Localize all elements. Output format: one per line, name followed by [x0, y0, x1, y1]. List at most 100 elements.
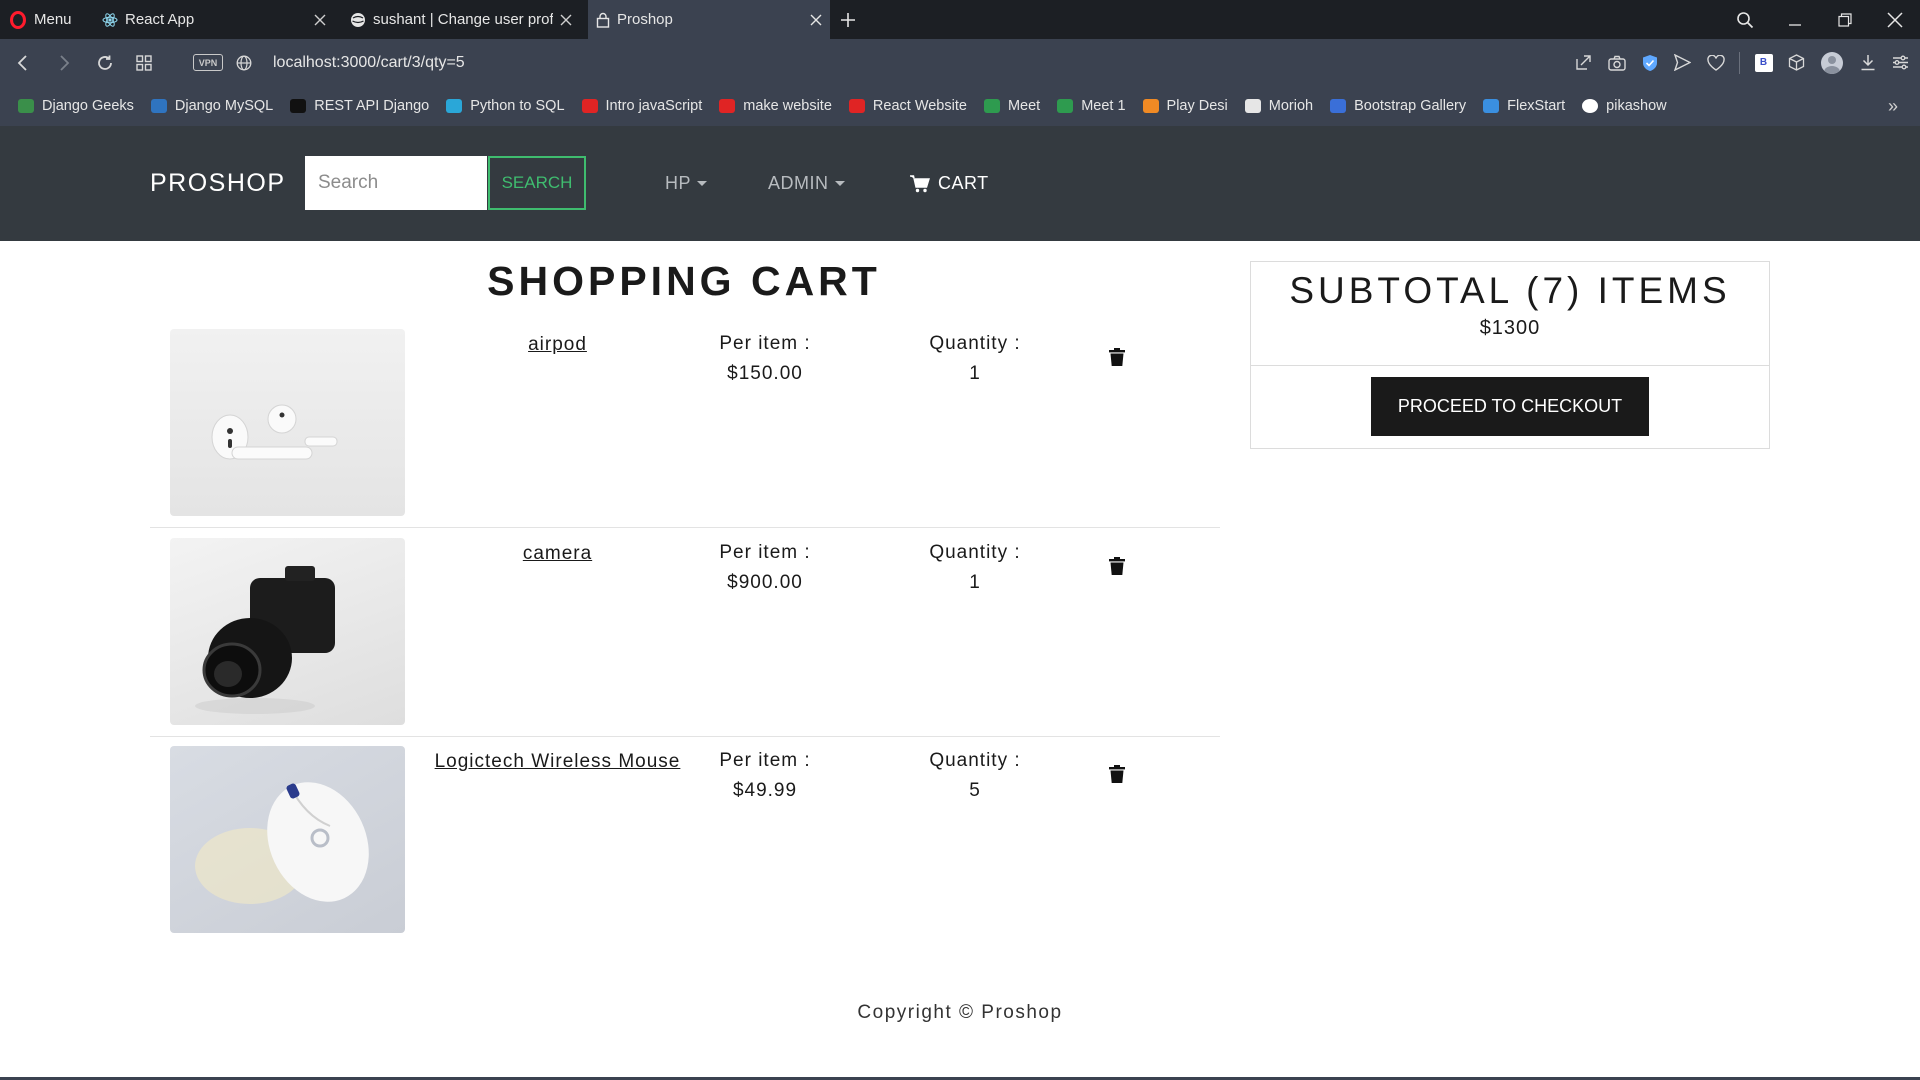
- per-item-label: Per item :: [719, 542, 811, 563]
- bookmark-label: FlexStart: [1507, 98, 1566, 114]
- tab-proshop[interactable]: Proshop: [588, 0, 830, 39]
- caret-down-icon: [697, 181, 708, 186]
- morioh-icon: [1244, 99, 1261, 113]
- subtotal-card: SUBTOTAL (7) ITEMS $1300 PROCEED TO CHEC…: [1250, 261, 1770, 449]
- profile-avatar-icon[interactable]: [1820, 51, 1844, 74]
- close-icon[interactable]: [314, 0, 326, 39]
- per-item-price: Per item : $150.00: [705, 329, 825, 389]
- brand-logo[interactable]: PROSHOP: [150, 126, 286, 241]
- per-item-price: Per item : $49.99: [705, 746, 825, 806]
- shopping-cart-icon: [910, 174, 930, 192]
- user-menu-label: HP: [665, 173, 692, 193]
- minimize-icon[interactable]: [1770, 13, 1820, 27]
- reload-icon[interactable]: [96, 39, 114, 86]
- site-info-globe-icon[interactable]: [236, 39, 252, 86]
- new-tab-button[interactable]: [840, 0, 856, 39]
- bookmark-flexstart[interactable]: FlexStart: [1483, 98, 1565, 114]
- lock-icon: [596, 12, 610, 28]
- search-input[interactable]: [305, 156, 487, 210]
- cart-item-row: camera Per item : $900.00 Quantity : 1: [150, 528, 1220, 737]
- bookmark-favicon-icon: [150, 99, 167, 113]
- toolbar-extensions: B: [1574, 39, 1910, 86]
- tab-title: Proshop: [617, 11, 673, 28]
- restore-icon[interactable]: [1820, 12, 1870, 27]
- window-controls: [1720, 0, 1920, 39]
- bookmark-make-website[interactable]: make website: [719, 98, 832, 114]
- per-item-price: Per item : $900.00: [705, 538, 825, 598]
- react-logo-icon: [102, 12, 118, 27]
- bookmark-label: Intro javaScript: [605, 98, 703, 114]
- bookmark-favicon-icon: [446, 99, 463, 113]
- admin-menu-label: ADMIN: [768, 173, 829, 193]
- heart-icon[interactable]: [1706, 53, 1725, 72]
- meet-icon: [983, 99, 1000, 113]
- back-icon[interactable]: [17, 39, 29, 86]
- bookmark-morioh[interactable]: Morioh: [1244, 98, 1313, 114]
- play-icon: [1142, 99, 1159, 113]
- close-icon[interactable]: [560, 0, 572, 39]
- page-title: SHOPPING CART: [487, 258, 881, 304]
- quantity-label: Quantity :: [929, 542, 1021, 563]
- address-bar: VPN localhost:3000/cart/3/qty=5 B: [0, 39, 1920, 86]
- product-name-link[interactable]: airpod: [430, 329, 685, 360]
- footer-copyright: Copyright © Proshop: [857, 1002, 1063, 1023]
- download-icon[interactable]: [1858, 53, 1877, 72]
- site-navbar: PROSHOP SEARCH HP ADMIN CART: [0, 126, 1920, 241]
- quantity-value[interactable]: 5: [915, 776, 1035, 806]
- quantity-value[interactable]: 1: [915, 359, 1035, 389]
- forward-icon[interactable]: [58, 39, 70, 86]
- admin-menu-dropdown[interactable]: ADMIN: [768, 126, 845, 241]
- vpn-badge[interactable]: VPN: [193, 54, 223, 71]
- extensions-cube-icon[interactable]: [1787, 53, 1806, 72]
- bookmarks-bar: Django Geeks Django MySQL REST API Djang…: [0, 86, 1920, 126]
- user-menu-dropdown[interactable]: HP: [665, 126, 708, 241]
- product-name-link[interactable]: camera: [430, 538, 685, 569]
- bookmark-label: Django Geeks: [42, 98, 134, 114]
- bookmark-pikashow[interactable]: pikashow: [1582, 98, 1667, 114]
- trash-icon[interactable]: [1109, 348, 1125, 366]
- close-window-icon[interactable]: [1870, 11, 1920, 28]
- bookmark-meet-1[interactable]: Meet 1: [1057, 98, 1126, 114]
- search-tabs-icon[interactable]: [1720, 11, 1770, 29]
- tab-title: React App: [125, 11, 195, 28]
- share-icon[interactable]: [1574, 53, 1593, 72]
- bookmark-meet[interactable]: Meet: [983, 98, 1040, 114]
- proceed-to-checkout-button[interactable]: PROCEED TO CHECKOUT: [1371, 377, 1649, 436]
- bookmark-play-desi[interactable]: Play Desi: [1142, 98, 1228, 114]
- bookmark-rest-api-django[interactable]: REST API Django: [290, 98, 429, 114]
- bootstrap-extension-icon[interactable]: B: [1754, 53, 1773, 72]
- flexstart-icon: [1483, 99, 1500, 113]
- mdb-icon: [1330, 99, 1347, 113]
- bookmark-python-to-sql[interactable]: Python to SQL: [446, 98, 565, 114]
- quantity-value[interactable]: 1: [915, 568, 1035, 598]
- bookmark-django-geeks[interactable]: Django Geeks: [18, 98, 134, 114]
- search-button[interactable]: SEARCH: [488, 156, 586, 210]
- product-name-link[interactable]: Logictech Wireless Mouse: [430, 746, 685, 777]
- easy-setup-icon[interactable]: [1891, 53, 1910, 72]
- camera-snapshot-icon[interactable]: [1607, 53, 1626, 72]
- bookmark-bootstrap-gallery[interactable]: Bootstrap Gallery: [1330, 98, 1466, 114]
- speed-dial-icon[interactable]: [136, 39, 152, 86]
- bookmark-label: Python to SQL: [470, 98, 565, 114]
- send-icon[interactable]: [1673, 53, 1692, 72]
- globe-icon: [351, 12, 365, 27]
- bookmark-react-website[interactable]: React Website: [848, 98, 967, 114]
- cart-link[interactable]: CART: [910, 126, 989, 241]
- bookmark-django-mysql[interactable]: Django MySQL: [150, 98, 273, 114]
- browser-tab-bar: Menu React App sushant | Change user pro…: [0, 0, 1920, 39]
- meet-icon: [1057, 99, 1074, 113]
- url-field[interactable]: localhost:3000/cart/3/qty=5: [273, 39, 465, 86]
- bookmark-label: pikashow: [1606, 98, 1667, 114]
- item-quantity: Quantity : 1: [915, 329, 1035, 389]
- cart-item-row: Logictech Wireless Mouse Per item : $49.…: [150, 737, 1220, 946]
- bookmark-intro-javascript[interactable]: Intro javaScript: [581, 98, 703, 114]
- tab-django-admin[interactable]: sushant | Change user prof: [342, 0, 580, 39]
- tab-react-app[interactable]: React App: [94, 0, 334, 39]
- more-bookmarks-icon[interactable]: »: [1888, 86, 1898, 126]
- browser-menu-button[interactable]: Menu: [10, 0, 72, 39]
- trash-icon[interactable]: [1109, 557, 1125, 575]
- trash-icon[interactable]: [1109, 765, 1125, 783]
- shield-icon[interactable]: [1640, 53, 1659, 72]
- close-icon[interactable]: [810, 0, 822, 39]
- quantity-label: Quantity :: [929, 333, 1021, 354]
